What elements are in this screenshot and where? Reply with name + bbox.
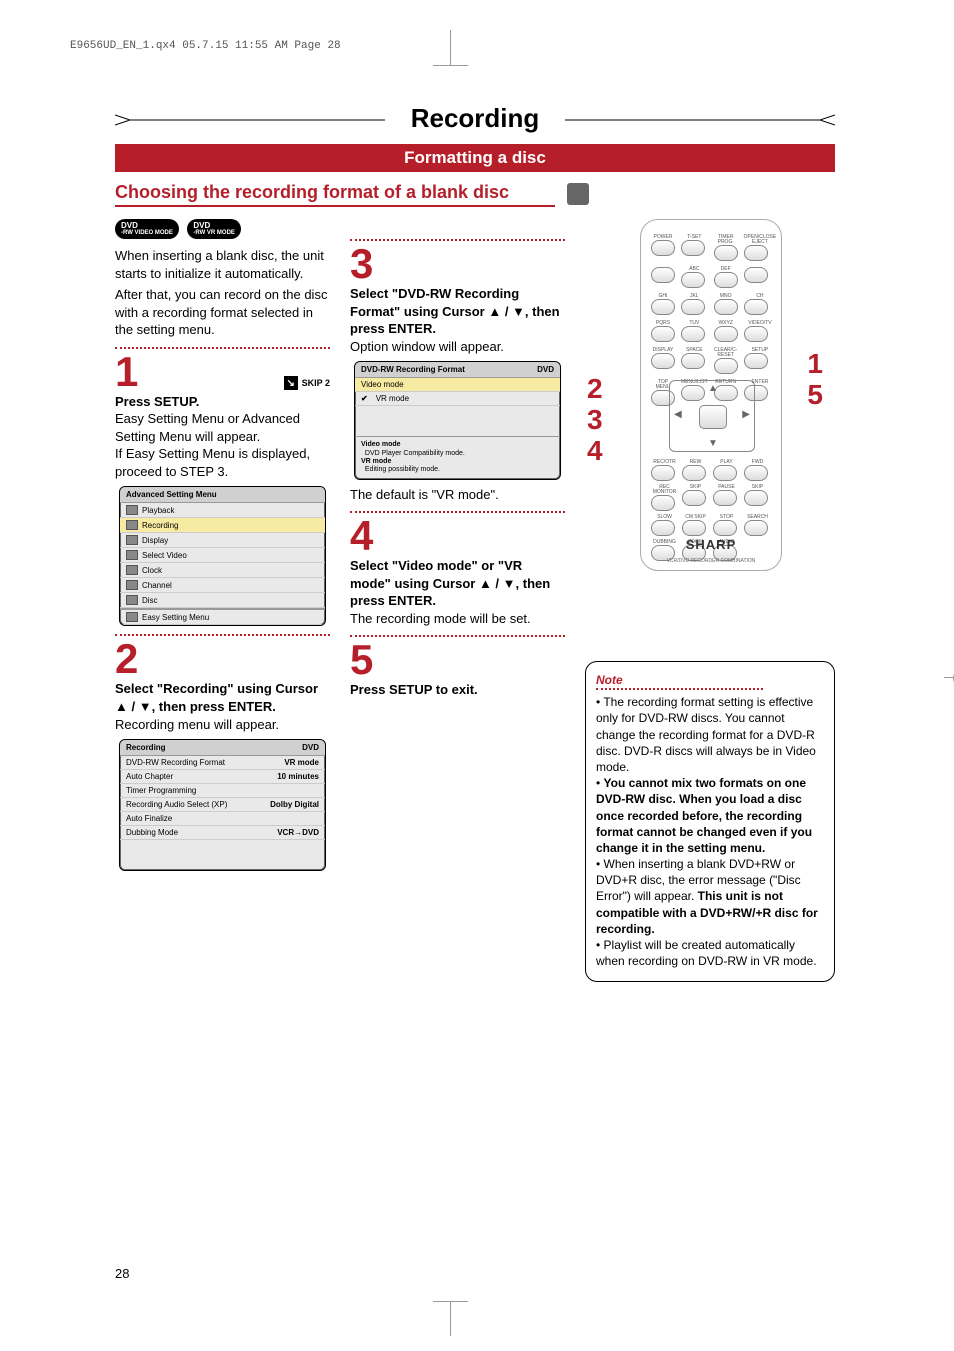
step-4-number: 4 <box>350 515 373 557</box>
step-5-head: Press SETUP to exit. <box>350 681 565 699</box>
remote-brand-sub: VCR/DVD RECORDER COMBINATION <box>641 558 781 564</box>
note-title: Note <box>596 672 763 690</box>
remote-brand: SHARP <box>641 537 781 552</box>
remote-button <box>713 520 737 536</box>
main-title: Recording <box>411 103 540 133</box>
remote-button <box>744 465 768 481</box>
remote-dpad: ▲ ▼ ◀ ▶ <box>669 380 755 452</box>
remote-button <box>714 326 738 342</box>
step-5-number: 5 <box>350 639 373 681</box>
subtitle-bar: Formatting a disc <box>115 144 835 172</box>
skip-tag: ↘SKIP 2 <box>284 376 330 390</box>
intro-text-1: When inserting a blank disc, the unit st… <box>115 247 330 282</box>
enter-button <box>699 405 727 429</box>
remote-button <box>681 353 705 369</box>
note-item: • You cannot mix two formats on one DVD-… <box>596 775 824 856</box>
remote-button <box>682 490 706 506</box>
remote-button <box>681 272 705 288</box>
remote-button <box>714 299 738 315</box>
remote-button <box>714 245 738 261</box>
dvd-rw-video-badge: DVD-RW VIDEO MODE <box>115 219 179 239</box>
step-3-head: Select "DVD-RW Recording Format" using C… <box>350 285 565 338</box>
step-1-body-2: If Easy Setting Menu is displayed, proce… <box>115 445 330 480</box>
up-arrow-icon: ▲ <box>708 383 718 394</box>
step-3-number: 3 <box>350 243 373 285</box>
step-4-head: Select "Video mode" or "VR mode" using C… <box>350 557 565 610</box>
remote-button <box>714 358 738 374</box>
format-option-panel: DVD-RW Recording FormatDVD Video mode ✔V… <box>354 361 561 480</box>
note-item: • When inserting a blank DVD+RW or DVD+R… <box>596 856 824 937</box>
remote-button <box>744 267 768 283</box>
remote-button <box>651 353 675 369</box>
note-item: • The recording format setting is effect… <box>596 694 824 775</box>
recording-menu-panel: RecordingDVD DVD-RW Recording FormatVR m… <box>119 739 326 871</box>
remote-button <box>744 490 768 506</box>
skip-arrow-icon: ↘ <box>284 376 298 390</box>
intro-text-2: After that, you can record on the disc w… <box>115 286 330 339</box>
advanced-setting-menu-panel: Advanced Setting Menu Playback Recording… <box>119 486 326 626</box>
remote-button <box>651 240 675 256</box>
step-2-head: Select "Recording" using Cursor ▲ / ▼, t… <box>115 680 330 715</box>
dvd-badges: DVD-RW VIDEO MODE DVD-RW VR MODE <box>115 219 330 239</box>
title-decoration: Recording <box>115 100 835 140</box>
step-1-head: Press SETUP. <box>115 393 330 411</box>
remote-button <box>713 490 737 506</box>
step-3-tail: The default is "VR mode". <box>350 486 565 504</box>
right-arrow-icon: ▶ <box>742 409 750 420</box>
step-3-body: Option window will appear. <box>350 338 565 356</box>
note-item: • Playlist will be created automatically… <box>596 937 824 969</box>
step-4-body: The recording mode will be set. <box>350 610 565 628</box>
remote-button <box>713 465 737 481</box>
step-2-body: Recording menu will appear. <box>115 716 330 734</box>
remote-button <box>744 520 768 536</box>
step-1-body-1: Easy Setting Menu or Advanced Setting Me… <box>115 410 330 445</box>
note-box: Note • The recording format setting is e… <box>585 661 835 982</box>
crop-mark-icon <box>450 30 451 65</box>
remote-button <box>651 465 675 481</box>
remote-button <box>681 240 705 256</box>
remote-control-diagram: POWER T-SET TIMER PROG. OPEN/CLOSE EJECT… <box>640 219 782 571</box>
divider-icon <box>350 635 565 637</box>
print-header: E9656UD_EN_1.qx4 05.7.15 11:55 AM Page 2… <box>70 40 341 52</box>
check-icon: ✔ <box>361 394 368 403</box>
remote-button <box>744 326 768 342</box>
remote-callout-right: 1 5 <box>807 349 823 411</box>
remote-button <box>651 520 675 536</box>
remote-button <box>682 520 706 536</box>
remote-button <box>681 326 705 342</box>
divider-icon <box>350 511 565 513</box>
remote-button <box>651 495 675 511</box>
remote-button <box>744 353 768 369</box>
remote-callout-left: 2 3 4 <box>587 374 603 466</box>
divider-icon <box>115 347 330 349</box>
remote-button <box>714 272 738 288</box>
divider-icon <box>350 239 565 241</box>
step-2-number: 2 <box>115 638 138 680</box>
remote-button <box>651 299 675 315</box>
step-1-number: 1 <box>115 351 138 393</box>
remote-button <box>651 267 675 283</box>
left-arrow-icon: ◀ <box>674 409 682 420</box>
crop-mark-icon <box>450 1301 451 1336</box>
remote-button <box>681 299 705 315</box>
remote-button <box>744 299 768 315</box>
remote-button <box>682 465 706 481</box>
remote-button <box>651 326 675 342</box>
divider-icon <box>115 634 330 636</box>
remote-button <box>744 245 768 261</box>
section-heading: Choosing the recording format of a blank… <box>115 182 555 207</box>
hand-pointer-icon <box>567 183 589 205</box>
down-arrow-icon: ▼ <box>708 438 718 449</box>
dvd-rw-vr-badge: DVD-RW VR MODE <box>187 219 241 239</box>
page-number: 28 <box>115 1266 129 1281</box>
